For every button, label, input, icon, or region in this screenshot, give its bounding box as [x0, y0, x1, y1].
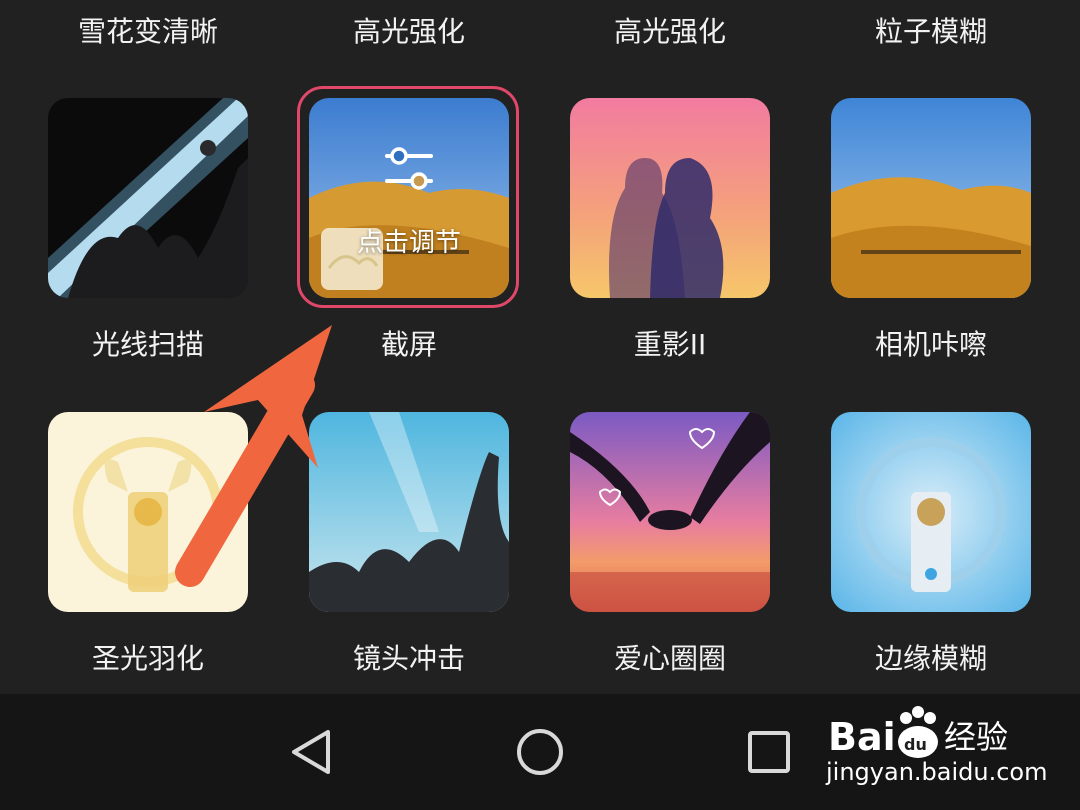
effect-label[interactable]: 粒子模糊 [811, 12, 1051, 52]
effect-thumbnail-holy-light[interactable] [48, 412, 248, 612]
effect-thumbnail-lens-impact[interactable] [309, 412, 509, 612]
sliders-icon [321, 147, 433, 290]
recents-square-icon[interactable] [740, 722, 800, 782]
effect-label[interactable]: 重影II [550, 325, 790, 365]
effect-label[interactable]: 光线扫描 [28, 325, 268, 365]
holy-light-image [48, 412, 248, 612]
ghost-image [570, 98, 770, 298]
adjust-label[interactable]: 点击调节 [309, 222, 509, 259]
effect-thumbnail-ghost[interactable] [570, 98, 770, 298]
baidu-watermark: Bai du 经验 jingyan.baidu.com [826, 700, 1048, 800]
svg-text:经验: 经验 [944, 718, 1008, 756]
couple-hands-image [570, 412, 770, 612]
adjust-overlay[interactable]: 点击调节 [309, 98, 509, 298]
svg-text:Bai: Bai [828, 715, 896, 759]
effect-thumbnail-screenshot[interactable]: 点击调节 [309, 98, 509, 298]
back-triangle-icon[interactable] [282, 722, 342, 782]
effect-label[interactable]: 雪花变清晰 [28, 12, 268, 52]
effect-label[interactable]: 截屏 [289, 325, 529, 365]
effect-label[interactable]: 边缘模糊 [811, 639, 1051, 679]
desert-image [831, 98, 1031, 298]
effect-thumbnail-light-scan[interactable] [48, 98, 248, 298]
effect-label[interactable]: 相机咔嚓 [811, 325, 1051, 365]
effect-thumbnail-camera-click[interactable] [831, 98, 1031, 298]
effect-label[interactable]: 镜头冲击 [289, 639, 529, 679]
light-scan-image [48, 98, 248, 298]
effect-label[interactable]: 爱心圈圈 [550, 639, 790, 679]
concert-image [309, 412, 509, 612]
effect-label[interactable]: 高光强化 [289, 12, 529, 52]
effect-label[interactable]: 高光强化 [550, 12, 790, 52]
effect-label[interactable]: 圣光羽化 [28, 639, 268, 679]
watermark-domain: jingyan.baidu.com [826, 758, 1048, 786]
effect-thumbnail-love-circles[interactable] [570, 412, 770, 612]
baidu-logo: Bai du 经验 [828, 706, 1008, 759]
home-circle-icon[interactable] [510, 722, 570, 782]
edge-blur-image [831, 412, 1031, 612]
svg-text:du: du [904, 735, 927, 754]
effects-grid: 雪花变清晰 高光强化 高光强化 粒子模糊 点击调节 光线扫描 截屏 重影II 相… [0, 0, 1080, 694]
effect-thumbnail-edge-blur[interactable] [831, 412, 1031, 612]
